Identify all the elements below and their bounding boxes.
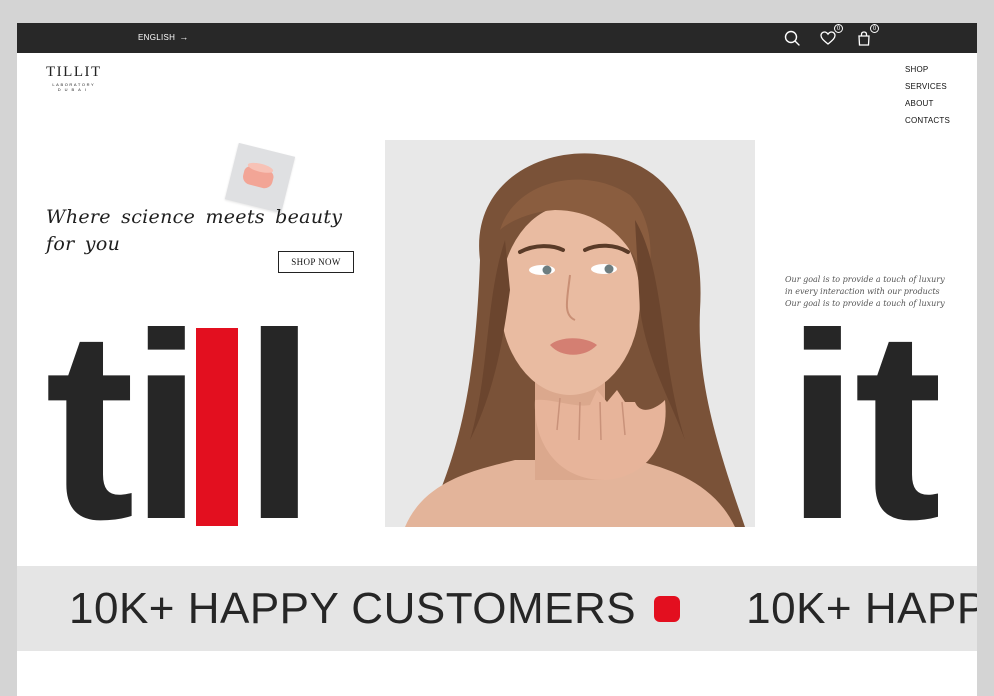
wishlist-count-badge: 0 <box>834 24 843 33</box>
cart-button[interactable]: 0 <box>855 24 879 47</box>
arrow-right-icon: → <box>179 32 189 42</box>
wordmark-left-l: l <box>241 326 311 531</box>
nav-item-services[interactable]: SERVICES <box>905 82 950 91</box>
product-sticker-image <box>224 142 296 214</box>
goal-line-3: Our goal is to provide a touch of luxury <box>785 299 945 308</box>
marquee-text-repeat: 10K+ HAPPY CUSTOMERS <box>746 584 977 633</box>
model-portrait-image <box>385 140 755 527</box>
nav-item-contacts[interactable]: CONTACTS <box>905 116 950 125</box>
goal-line-2: in every interaction with our products <box>785 287 940 296</box>
logo-subline-2: DUBAI <box>57 87 90 92</box>
top-bar: ENGLISH → 0 0 <box>17 23 977 53</box>
language-selector[interactable]: ENGLISH → <box>138 32 189 42</box>
hero-model-photo <box>385 140 755 527</box>
brand-wordmark-left: ti l <box>45 326 311 531</box>
language-label: ENGLISH <box>138 32 176 42</box>
brand-goal-text: Our goal is to provide a touch of luxury… <box>785 274 960 310</box>
cart-count-badge: 0 <box>870 24 879 33</box>
wishlist-button[interactable]: 0 <box>819 24 843 47</box>
heart-icon <box>820 31 836 45</box>
nav-item-shop[interactable]: SHOP <box>905 65 950 74</box>
logo-name: TILLIT <box>46 64 102 80</box>
hero-tagline: Where science meets beauty for you <box>46 206 343 255</box>
marquee-text: 10K+ HAPPY CUSTOMERS <box>69 584 637 633</box>
brand-logo[interactable]: TILLIT LABORATORY DUBAI <box>46 64 102 92</box>
search-button[interactable] <box>783 29 801 47</box>
cream-jar-image <box>241 165 275 190</box>
header-icons: 0 0 <box>783 24 879 47</box>
marquee-track: 10K+ HAPPY CUSTOMERS 10K+ HAPPY CUSTOMER… <box>69 584 977 634</box>
bag-icon <box>858 31 870 46</box>
red-dot-icon <box>654 596 681 622</box>
brand-wordmark-right: it <box>785 326 938 531</box>
main-nav: SHOP SERVICES ABOUT CONTACTS <box>905 65 950 133</box>
shop-now-button[interactable]: SHOP NOW <box>278 251 354 273</box>
page: ENGLISH → 0 0 TILLIT LABORATORY DUBAI SH… <box>17 23 977 696</box>
customers-marquee: 10K+ HAPPY CUSTOMERS 10K+ HAPPY CUSTOMER… <box>17 566 977 651</box>
nav-item-about[interactable]: ABOUT <box>905 99 950 108</box>
wordmark-left-text: ti <box>45 326 204 531</box>
goal-line-1: Our goal is to provide a touch of luxury <box>785 275 945 284</box>
search-icon <box>784 30 800 46</box>
wordmark-right-text: it <box>785 326 938 531</box>
wordmark-red-bar <box>195 328 238 526</box>
